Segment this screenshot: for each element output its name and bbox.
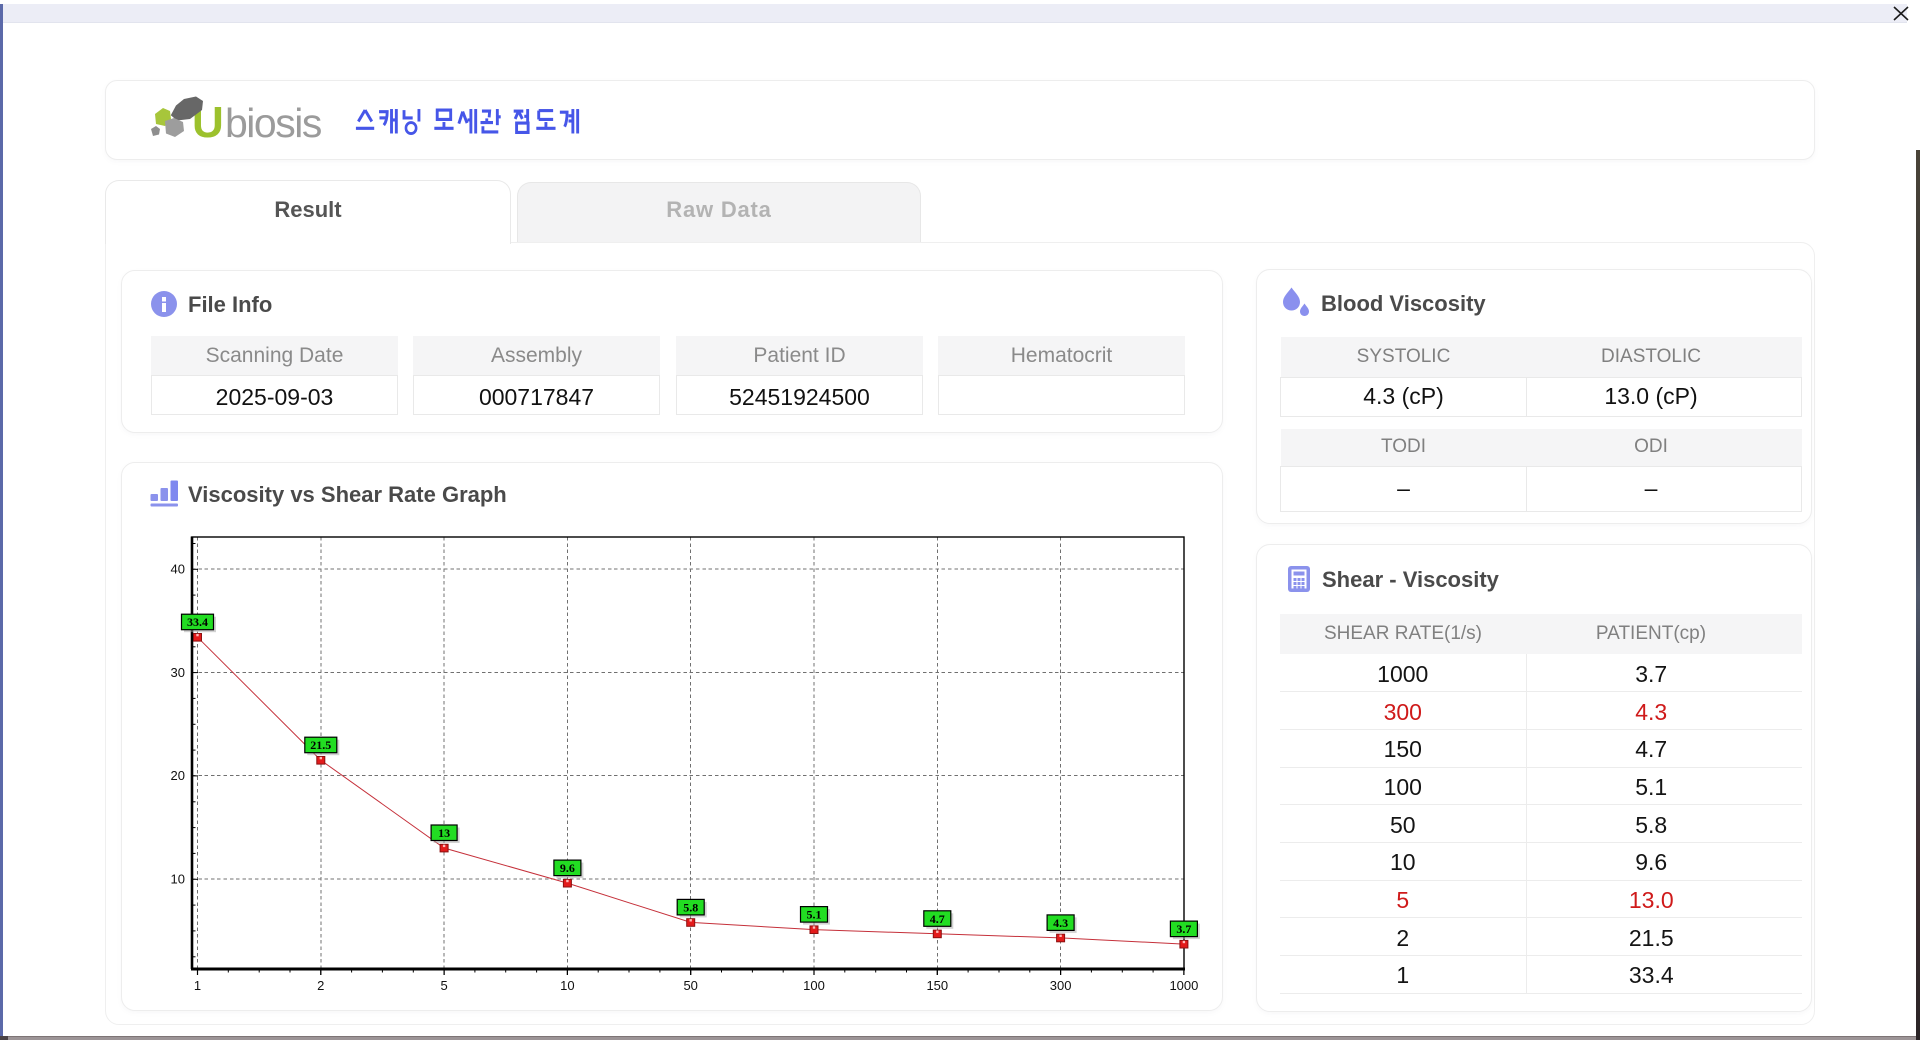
svg-text:150: 150 [926,978,948,993]
svg-text:13: 13 [438,826,450,840]
svg-text:4.3: 4.3 [1053,916,1068,930]
svg-text:2: 2 [317,978,324,993]
svg-text:1: 1 [194,978,201,993]
svg-text:40: 40 [171,562,185,577]
svg-text:5.1: 5.1 [807,908,822,922]
svg-text:5: 5 [440,978,447,993]
svg-text:biosis: biosis [225,100,322,144]
svg-text:300: 300 [1050,978,1072,993]
svg-text:5.8: 5.8 [683,900,698,914]
svg-text:21.5: 21.5 [310,738,331,752]
svg-text:3.7: 3.7 [1176,922,1191,936]
svg-text:50: 50 [683,978,697,993]
svg-text:30: 30 [171,665,185,680]
svg-text:100: 100 [803,978,825,993]
svg-text:9.6: 9.6 [560,861,575,875]
svg-text:33.4: 33.4 [187,615,208,629]
svg-text:4.7: 4.7 [930,912,945,926]
svg-text:10: 10 [171,872,185,887]
svg-text:10: 10 [560,978,574,993]
svg-text:20: 20 [171,768,185,783]
svg-text:1000: 1000 [1169,978,1198,993]
